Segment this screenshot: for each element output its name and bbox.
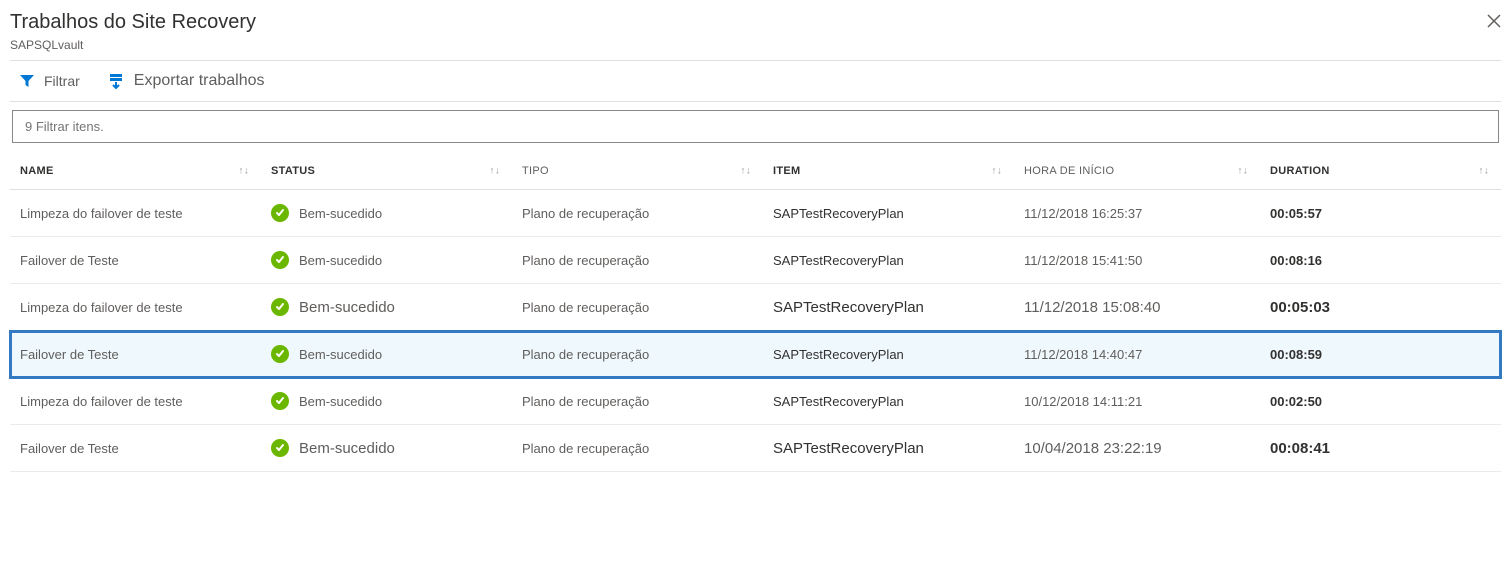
jobs-table: NAME ↑↓ STATUS ↑↓ TIPO ↑↓ ITEM ↑↓ HORA D… — [10, 153, 1501, 472]
cell-item: SAPTestRecoveryPlan — [763, 284, 1014, 331]
cell-name: Limpeza do failover de teste — [10, 284, 261, 331]
status-text: Bem-sucedido — [299, 206, 382, 221]
table-row[interactable]: Limpeza do failover de teste Bem-sucedido… — [10, 284, 1501, 331]
col-start-label: HORA DE INÍCIO — [1024, 165, 1114, 177]
cell-item: SAPTestRecoveryPlan — [763, 378, 1014, 425]
col-status-label: STATUS — [271, 165, 315, 177]
cell-start: 11/12/2018 16:25:37 — [1014, 190, 1260, 237]
cell-item: SAPTestRecoveryPlan — [763, 425, 1014, 472]
sort-icon: ↑↓ — [1478, 166, 1489, 177]
export-button-label: Exportar trabalhos — [134, 72, 265, 90]
col-duration[interactable]: DURATION ↑↓ — [1260, 153, 1501, 190]
cell-duration: 00:08:59 — [1260, 331, 1501, 378]
cell-status: Bem-sucedido — [261, 237, 512, 284]
cell-duration: 00:05:03 — [1260, 284, 1501, 331]
col-item[interactable]: ITEM ↑↓ — [763, 153, 1014, 190]
status-text: Bem-sucedido — [299, 347, 382, 362]
cell-name: Failover de Teste — [10, 331, 261, 378]
sort-icon: ↑↓ — [489, 166, 500, 177]
col-duration-label: DURATION — [1270, 165, 1330, 177]
export-icon — [106, 71, 126, 91]
close-icon[interactable] — [1487, 12, 1501, 33]
col-start[interactable]: HORA DE INÍCIO ↑↓ — [1014, 153, 1260, 190]
breadcrumb: SAPSQLvault — [10, 38, 1501, 52]
cell-status: Bem-sucedido — [261, 425, 512, 472]
page-title: Trabalhos do Site Recovery — [10, 8, 1501, 36]
table-row[interactable]: Failover de Teste Bem-sucedido Plano de re… — [10, 331, 1501, 378]
success-icon — [271, 439, 289, 457]
status-text: Bem-sucedido — [299, 299, 395, 316]
table-header-row: NAME ↑↓ STATUS ↑↓ TIPO ↑↓ ITEM ↑↓ HORA D… — [10, 153, 1501, 190]
cell-duration: 00:08:41 — [1260, 425, 1501, 472]
cell-start: 11/12/2018 15:08:40 — [1014, 284, 1260, 331]
command-bar: Filtrar Exportar trabalhos — [10, 61, 1501, 101]
cell-type: Plano de recuperação — [512, 331, 763, 378]
cell-type: Plano de recuperação — [512, 378, 763, 425]
sort-icon: ↑↓ — [991, 166, 1002, 177]
export-button[interactable]: Exportar trabalhos — [106, 71, 265, 91]
cell-start: 11/12/2018 15:41:50 — [1014, 237, 1260, 284]
success-icon — [271, 392, 289, 410]
cell-duration: 00:05:57 — [1260, 190, 1501, 237]
table-row[interactable]: Limpeza do failover de teste Bem-sucedido… — [10, 378, 1501, 425]
cell-type: Plano de recuperação — [512, 284, 763, 331]
table-row[interactable]: Failover de Teste Bem-sucedido Plano de re… — [10, 425, 1501, 472]
filter-items-input[interactable] — [12, 110, 1499, 143]
cell-duration: 00:02:50 — [1260, 378, 1501, 425]
cell-type: Plano de recuperação — [512, 190, 763, 237]
col-type[interactable]: TIPO ↑↓ — [512, 153, 763, 190]
success-icon — [271, 345, 289, 363]
col-type-label: TIPO — [522, 165, 549, 177]
cell-item: SAPTestRecoveryPlan — [763, 190, 1014, 237]
sort-icon: ↑↓ — [1237, 166, 1248, 177]
cell-status: Bem-sucedido — [261, 378, 512, 425]
filter-button-label: Filtrar — [44, 73, 80, 89]
col-status[interactable]: STATUS ↑↓ — [261, 153, 512, 190]
success-icon — [271, 251, 289, 269]
cell-start: 10/12/2018 14:11:21 — [1014, 378, 1260, 425]
status-text: Bem-sucedido — [299, 440, 395, 457]
sort-icon: ↑↓ — [238, 166, 249, 177]
table-row[interactable]: Failover de Teste Bem-sucedido Plano de re… — [10, 237, 1501, 284]
blade-header: Trabalhos do Site Recovery SAPSQLvault — [10, 8, 1501, 60]
cell-item: SAPTestRecoveryPlan — [763, 237, 1014, 284]
col-name-label: NAME — [20, 165, 54, 177]
filter-button[interactable]: Filtrar — [18, 72, 80, 90]
cell-item: SAPTestRecoveryPlan — [763, 331, 1014, 378]
success-icon — [271, 298, 289, 316]
cell-type: Plano de recuperação — [512, 237, 763, 284]
status-text: Bem-sucedido — [299, 253, 382, 268]
cell-status: Bem-sucedido — [261, 284, 512, 331]
cell-start: 10/04/2018 23:22:19 — [1014, 425, 1260, 472]
status-text: Bem-sucedido — [299, 394, 382, 409]
cell-name: Limpeza do failover de teste — [10, 190, 261, 237]
col-name[interactable]: NAME ↑↓ — [10, 153, 261, 190]
success-icon — [271, 204, 289, 222]
cell-name: Limpeza do failover de teste — [10, 378, 261, 425]
cell-name: Failover de Teste — [10, 237, 261, 284]
funnel-icon — [18, 72, 36, 90]
cell-duration: 00:08:16 — [1260, 237, 1501, 284]
cell-start: 11/12/2018 14:40:47 — [1014, 331, 1260, 378]
cell-status: Bem-sucedido — [261, 190, 512, 237]
cell-name: Failover de Teste — [10, 425, 261, 472]
cell-status: Bem-sucedido — [261, 331, 512, 378]
cell-type: Plano de recuperação — [512, 425, 763, 472]
sort-icon: ↑↓ — [740, 166, 751, 177]
table-row[interactable]: Limpeza do failover de teste Bem-sucedido… — [10, 190, 1501, 237]
col-item-label: ITEM — [773, 165, 800, 177]
